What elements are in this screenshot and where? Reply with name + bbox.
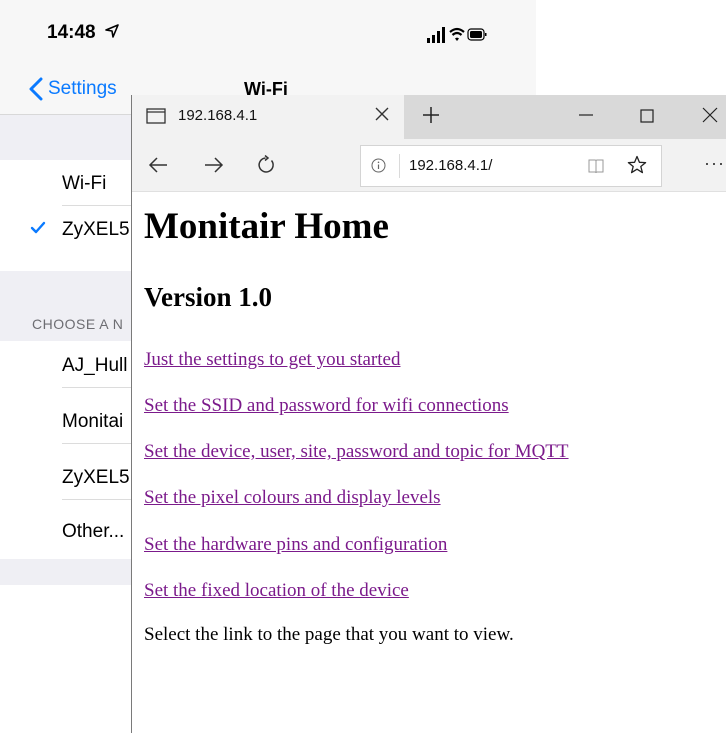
link-basic-settings[interactable]: Just the settings to get you started (144, 349, 400, 371)
address-url[interactable]: 192.168.4.1/ (409, 157, 492, 174)
link-wifi-settings[interactable]: Set the SSID and password for wifi conne… (144, 395, 509, 417)
other-network-label: Other... (62, 521, 125, 542)
signal-bars-icon (427, 27, 445, 43)
instruction-text: Select the link to the page that you wan… (144, 624, 514, 645)
network-name: Monitai (62, 411, 124, 432)
info-icon[interactable] (371, 158, 386, 173)
location-arrow-icon (105, 24, 119, 38)
minimize-icon[interactable] (578, 107, 594, 123)
settings-back-button[interactable]: Settings (48, 78, 117, 100)
link-location-settings[interactable]: Set the fixed location of the device (144, 580, 409, 602)
reading-view-icon[interactable] (587, 157, 605, 175)
browser-window: 192.168.4.1 192.168.4.1/ ··· Monitair Ho… (131, 95, 726, 733)
page-content: Monitair Home Version 1.0 Just the setti… (132, 192, 726, 733)
address-bar[interactable]: 192.168.4.1/ (360, 145, 662, 187)
browser-tab[interactable]: 192.168.4.1 (132, 95, 404, 139)
link-pixel-settings[interactable]: Set the pixel colours and display levels (144, 487, 441, 509)
back-arrow-icon[interactable] (148, 156, 168, 174)
status-icons (427, 27, 487, 43)
close-window-icon[interactable] (702, 107, 718, 123)
status-time: 14:48 (47, 22, 96, 43)
maximize-icon[interactable] (640, 109, 654, 123)
new-tab-icon[interactable] (422, 106, 440, 124)
refresh-icon[interactable] (256, 155, 276, 175)
forward-arrow-icon[interactable] (204, 156, 224, 174)
checkmark-icon (30, 221, 46, 234)
wifi-label: Wi-Fi (62, 173, 107, 194)
tab-bar: 192.168.4.1 (132, 95, 726, 139)
close-tab-icon[interactable] (374, 106, 390, 122)
link-mqtt-settings[interactable]: Set the device, user, site, password and… (144, 441, 569, 463)
page-icon (146, 108, 166, 124)
network-name: AJ_Hull (62, 355, 128, 376)
connected-network-name: ZyXEL5 (62, 219, 130, 240)
battery-icon (467, 28, 487, 41)
link-hardware-settings[interactable]: Set the hardware pins and configuration (144, 534, 447, 556)
browser-toolbar: 192.168.4.1/ ··· (132, 139, 726, 192)
page-title: Monitair Home (144, 206, 389, 247)
address-divider (399, 154, 400, 178)
version-heading: Version 1.0 (144, 282, 273, 312)
network-name: ZyXEL5 (62, 467, 130, 488)
status-bar: 14:48 (0, 0, 536, 60)
favorite-star-icon[interactable] (627, 155, 647, 175)
wifi-icon (449, 27, 465, 41)
tab-title: 192.168.4.1 (178, 107, 258, 124)
back-chevron-icon[interactable] (28, 77, 44, 101)
more-options-icon[interactable]: ··· (704, 153, 725, 174)
section-header: CHOOSE A N (32, 316, 124, 332)
